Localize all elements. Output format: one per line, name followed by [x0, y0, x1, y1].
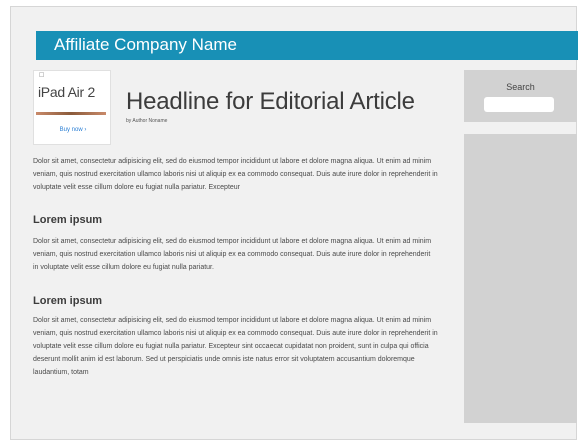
apple-logo-icon:  — [39, 72, 44, 79]
article-byline: by Author Noname — [126, 118, 168, 124]
section-heading: Lorem ipsum — [33, 214, 103, 226]
search-label: Search — [506, 82, 535, 92]
section-heading: Lorem ipsum — [33, 295, 103, 307]
article-headline: Headline for Editorial Article — [126, 88, 415, 115]
product-ad[interactable]:  iPad Air 2 Buy now › — [33, 70, 111, 145]
sidebar-search-box: Search — [464, 70, 577, 122]
search-input[interactable] — [484, 97, 554, 112]
section-body: Dolor sit amet, consectetur adipisicing … — [33, 238, 432, 271]
sidebar-ad-panel — [464, 134, 577, 423]
ad-buy-now-link[interactable]: Buy now › — [34, 127, 112, 133]
site-banner: Affiliate Company Name — [36, 31, 578, 60]
ad-product-image — [36, 112, 106, 115]
article-intro: Dolor sit amet, consectetur adipisicing … — [33, 158, 438, 191]
banner-title: Affiliate Company Name — [54, 35, 237, 54]
section-body: Dolor sit amet, consectetur adipisicing … — [33, 317, 438, 376]
ad-product-name: iPad Air 2 — [38, 84, 95, 100]
